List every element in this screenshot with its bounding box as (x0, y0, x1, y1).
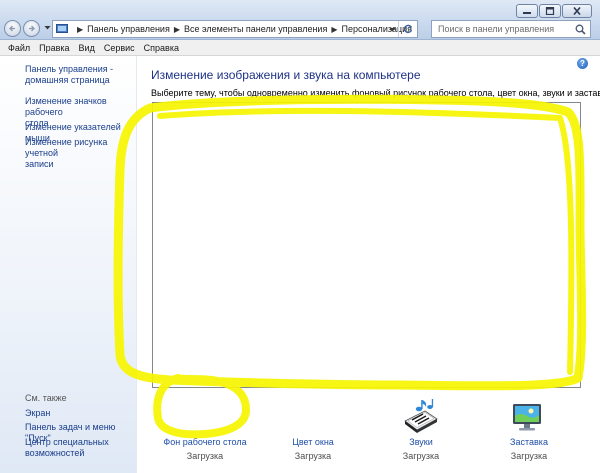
link-line: возможностей (25, 448, 85, 458)
menu-help[interactable]: Справка (144, 43, 179, 53)
sounds-status: Загрузка (402, 451, 440, 461)
forward-button[interactable] (23, 20, 40, 37)
window-color-link[interactable]: Цвет окна (292, 437, 334, 447)
screensaver-status: Загрузка (510, 451, 548, 461)
change-account-picture-link[interactable]: Изменение рисунка учетной записи (25, 137, 135, 170)
menu-edit[interactable]: Правка (39, 43, 69, 53)
address-bar[interactable]: ▶ Панель управления ▶ Все элементы панел… (52, 20, 418, 38)
control-panel-home-link[interactable]: Панель управления - домашняя страница (25, 64, 135, 86)
back-arrow-icon (9, 25, 15, 32)
theme-list[interactable] (152, 102, 581, 388)
desktop-background-status: Загрузка (186, 451, 224, 461)
help-button[interactable]: ? (577, 58, 588, 69)
menu-bar: Файл Правка Вид Сервис Справка (0, 40, 600, 56)
search-icon[interactable] (575, 24, 586, 35)
window-titlebar: ▶ Панель управления ▶ Все элементы панел… (0, 0, 600, 40)
task-pane: Панель управления - домашняя страница Из… (0, 56, 137, 473)
breadcrumb-separator: ▶ (331, 24, 338, 34)
minimize-button[interactable] (516, 4, 538, 18)
link-line: домашняя страница (25, 75, 110, 85)
page-title: Изменение изображения и звука на компьют… (151, 68, 421, 82)
search-input[interactable] (438, 24, 576, 34)
address-dropdown-icon[interactable] (389, 26, 396, 33)
page-description: Выберите тему, чтобы одновременно измени… (151, 88, 600, 98)
maximize-button[interactable] (539, 4, 561, 18)
ease-of-access-center-link[interactable]: Центр специальных возможностей (25, 437, 135, 459)
help-icon: ? (580, 59, 585, 68)
refresh-button[interactable] (398, 21, 417, 37)
control-panel-icon (56, 24, 68, 33)
see-also-heading: См. также (25, 393, 67, 403)
link-line: Панель управления - (25, 64, 114, 74)
close-button[interactable] (562, 4, 592, 18)
link-line: Центр специальных (25, 437, 109, 447)
menu-view[interactable]: Вид (79, 43, 95, 53)
desktop-background-link[interactable]: Фон рабочего стола (163, 437, 246, 447)
maximize-icon (545, 7, 555, 15)
screensaver-icon[interactable] (511, 402, 543, 432)
screensaver-link[interactable]: Заставка (510, 437, 548, 447)
recent-pages-dropdown-icon[interactable] (44, 24, 51, 31)
back-button[interactable] (4, 20, 21, 37)
menu-file[interactable]: Файл (8, 43, 30, 53)
link-line: записи (25, 159, 54, 169)
sounds-icon[interactable] (403, 399, 439, 433)
link-line: Экран (25, 408, 51, 418)
link-line: Изменение значков рабочего (25, 96, 107, 117)
minimize-icon (523, 12, 531, 14)
sounds-link[interactable]: Звуки (409, 437, 432, 447)
menu-tools[interactable]: Сервис (104, 43, 135, 53)
breadcrumb-separator: ▶ (173, 24, 180, 34)
breadcrumb-separator: ▶ (77, 24, 84, 34)
forward-arrow-icon (29, 25, 35, 32)
link-line: Изменение рисунка учетной (25, 137, 108, 158)
refresh-icon (403, 24, 413, 34)
window-controls (515, 4, 592, 18)
display-link[interactable]: Экран (25, 408, 135, 419)
window-color-status: Загрузка (294, 451, 332, 461)
breadcrumb-control-panel[interactable]: Панель управления (87, 24, 170, 34)
close-icon (573, 7, 581, 15)
breadcrumb-all-items[interactable]: Все элементы панели управления (184, 24, 327, 34)
search-box[interactable] (431, 20, 591, 38)
